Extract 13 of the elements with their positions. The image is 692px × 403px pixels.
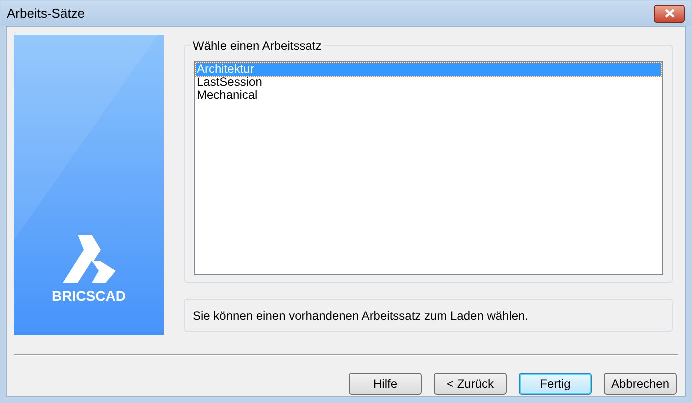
- list-item[interactable]: Mechanical: [196, 89, 661, 102]
- close-button[interactable]: [654, 4, 685, 22]
- logo-icon: [62, 235, 116, 283]
- dialog-button[interactable]: Fertig: [519, 373, 592, 395]
- list-item[interactable]: LastSession: [196, 76, 661, 89]
- info-text: Sie können einen vorhandenen Arbeitssatz zum Laden wählen.: [193, 308, 529, 324]
- dialog-button[interactable]: Hilfe: [349, 373, 422, 395]
- logo-text: BRICSCAD: [52, 289, 126, 303]
- dialog-button[interactable]: Abbrechen: [604, 373, 677, 395]
- close-icon: [664, 9, 674, 18]
- dialog-button[interactable]: < Zurück: [434, 373, 507, 395]
- list-box[interactable]: Architektur LastSession Mechanical: [194, 61, 663, 275]
- window-title: Arbeits-Sätze: [7, 4, 86, 23]
